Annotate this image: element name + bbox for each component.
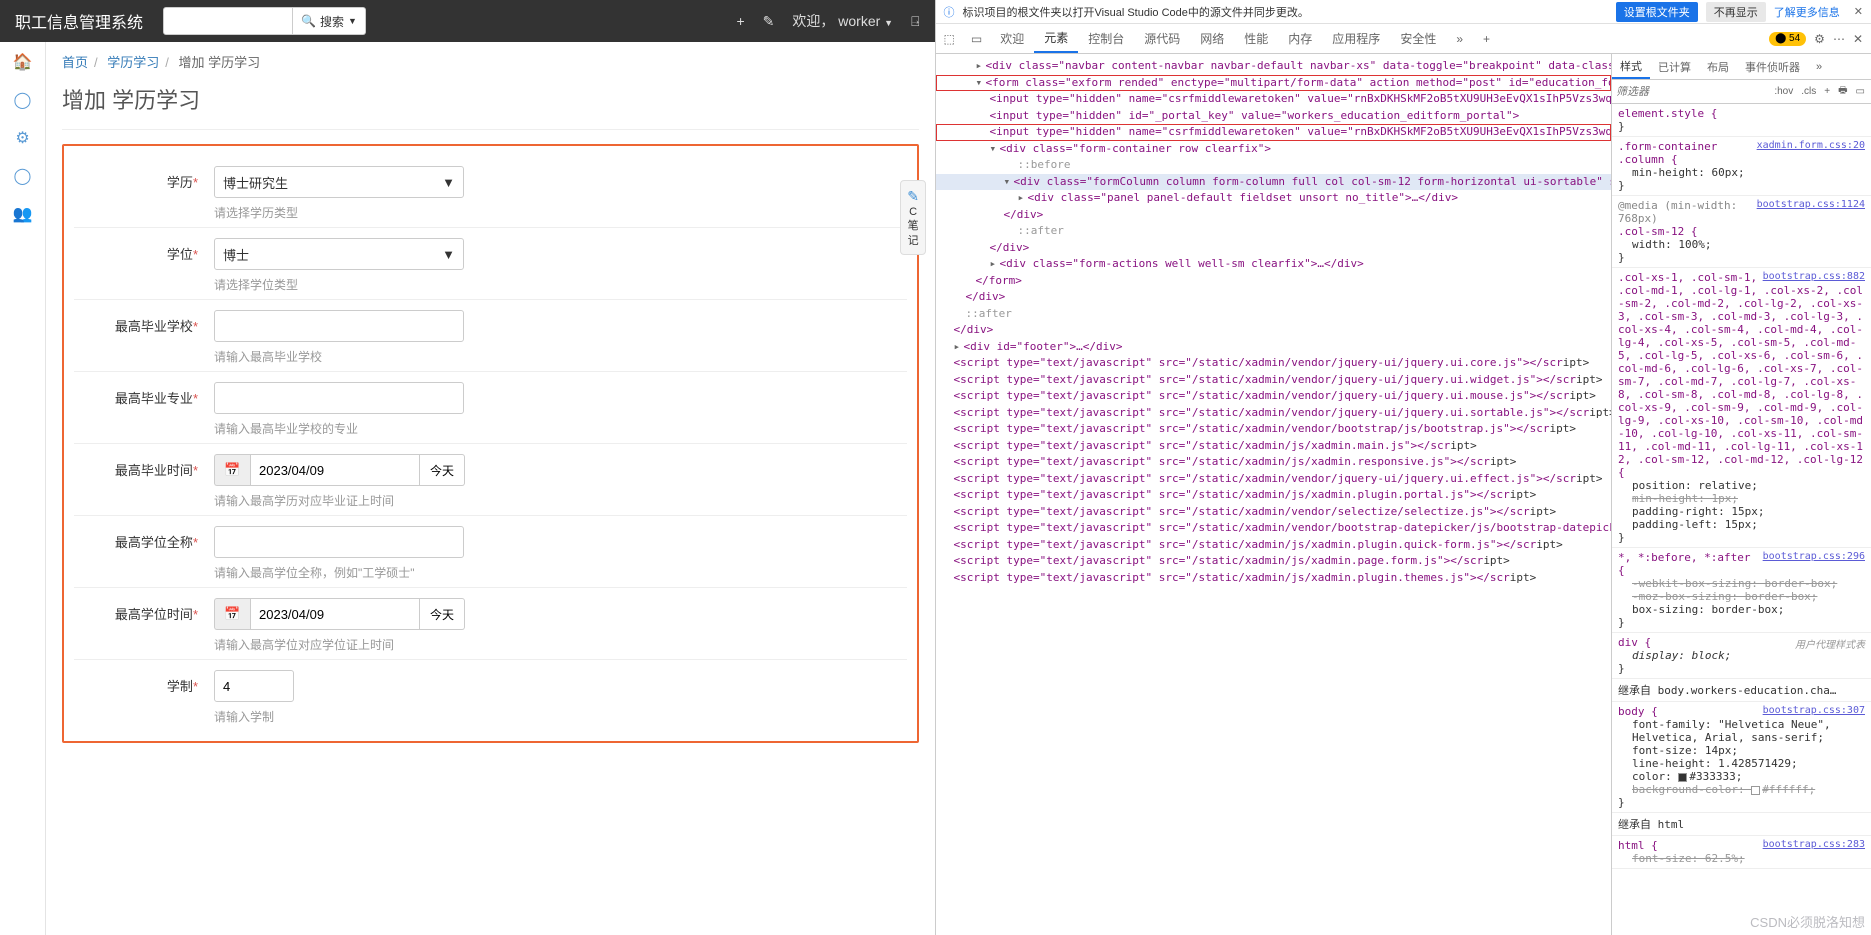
search-input[interactable] [163, 7, 293, 35]
hov-toggle[interactable]: :hov [1772, 86, 1795, 97]
major-input[interactable] [214, 382, 464, 414]
welcome-text: 欢迎， worker ▼ [792, 11, 893, 31]
float-note-widget[interactable]: ✎ C 笔 记 [900, 180, 926, 255]
tab-sources[interactable]: 源代码 [1134, 24, 1190, 53]
tab-security[interactable]: 安全性 [1390, 24, 1446, 53]
search-box: 🔍 搜索 ▼ [163, 7, 366, 35]
today-button[interactable]: 今天 [420, 454, 465, 486]
calendar-icon[interactable]: 📅 [214, 598, 250, 630]
tab-performance[interactable]: 性能 [1234, 24, 1278, 53]
breadcrumb-home[interactable]: 首页 [62, 55, 88, 70]
tab-layout[interactable]: 布局 [1699, 54, 1737, 79]
tab-application[interactable]: 应用程序 [1322, 24, 1390, 53]
gear-icon[interactable]: ⚙ [1814, 32, 1825, 46]
add-tab-icon[interactable]: + [1473, 24, 1500, 53]
calendar-icon[interactable]: 📅 [214, 454, 250, 486]
cls-toggle[interactable]: .cls [1799, 86, 1818, 97]
more-icon[interactable]: ⋯ [1833, 32, 1845, 46]
breadcrumb-section[interactable]: 学历学习 [107, 55, 159, 70]
brand: 职工信息管理系统 [15, 9, 143, 33]
set-root-button[interactable]: 设置根文件夹 [1616, 2, 1698, 22]
grad-date-input[interactable] [250, 454, 420, 486]
form-wrapper: 学历* 博士研究生▼ 请选择学历类型 学位* 博士▼ 请选择学位类型 [62, 144, 919, 743]
breadcrumb-current: 增加 学历学习 [179, 55, 261, 70]
styles-filter-input[interactable] [1616, 86, 1768, 98]
info-icon: ⓘ [944, 4, 955, 20]
dismiss-button[interactable]: 不再显示 [1706, 2, 1766, 22]
sidebar: 🏠 ◯ ⚙ ◯ 👥 [0, 42, 46, 935]
vscode-bar: ⓘ 标识项目的根文件夹以打开Visual Studio Code中的源文件并同步… [936, 0, 1871, 24]
tab-memory[interactable]: 内存 [1278, 24, 1322, 53]
search-button[interactable]: 🔍 搜索 ▼ [293, 7, 366, 35]
inspect-icon[interactable]: ⬚ [936, 24, 963, 53]
more-icon[interactable]: » [1808, 54, 1830, 79]
edit-icon: ✎ [903, 187, 923, 205]
tab-styles[interactable]: 样式 [1612, 54, 1650, 79]
xueli-select[interactable]: 博士研究生▼ [214, 166, 464, 198]
tab-more-icon[interactable]: » [1446, 24, 1473, 53]
styles-panel: 样式 已计算 布局 事件侦听器 » :hov .cls + 🖶 ▭ elemen… [1611, 54, 1871, 935]
tab-welcome[interactable]: 欢迎 [990, 24, 1034, 53]
today-button[interactable]: 今天 [420, 598, 465, 630]
breadcrumb: 首页/ 学历学习/ 增加 学历学习 [62, 52, 919, 71]
panel-icon[interactable]: ▭ [1854, 86, 1867, 97]
degree-name-input[interactable] [214, 526, 464, 558]
add-rule-icon[interactable]: + [1822, 86, 1832, 97]
tab-network[interactable]: 网络 [1190, 24, 1234, 53]
tab-console[interactable]: 控制台 [1078, 24, 1134, 53]
logout-icon[interactable]: ⍈ [911, 13, 919, 30]
navbar: 职工信息管理系统 🔍 搜索 ▼ + ✎ 欢迎， worker ▼ ⍈ [0, 0, 935, 42]
school-input[interactable] [214, 310, 464, 342]
close-icon[interactable]: ✕ [1853, 32, 1863, 46]
sidebar-item-2[interactable]: ◯ [14, 90, 32, 110]
print-icon[interactable]: 🖶 [1836, 83, 1849, 100]
sidebar-item-4[interactable]: ◯ [14, 166, 32, 186]
edit-icon[interactable]: ✎ [763, 13, 775, 30]
plus-icon[interactable]: + [736, 13, 744, 29]
close-icon[interactable]: ✕ [1854, 5, 1863, 18]
device-icon[interactable]: ▭ [963, 24, 990, 53]
tab-listeners[interactable]: 事件侦听器 [1737, 54, 1808, 79]
tab-computed[interactable]: 已计算 [1650, 54, 1699, 79]
gear-icon[interactable]: ⚙ [15, 128, 29, 148]
devtools-tabs: ⬚ ▭ 欢迎 元素 控制台 源代码 网络 性能 内存 应用程序 安全性 » + … [936, 24, 1871, 54]
issues-badge[interactable]: ⬤ 54 [1769, 32, 1806, 46]
years-input[interactable] [214, 670, 294, 702]
learn-more-link[interactable]: 了解更多信息 [1774, 4, 1840, 20]
home-icon[interactable]: 🏠 [13, 52, 33, 72]
tab-elements[interactable]: 元素 [1034, 24, 1078, 53]
xuewei-select[interactable]: 博士▼ [214, 238, 464, 270]
page-title: 增加 学历学习 [62, 83, 919, 115]
watermark: CSDN必须脱洛知想 [1750, 912, 1865, 931]
degree-date-input[interactable] [250, 598, 420, 630]
elements-tree[interactable]: ▸<div class="navbar content-navbar navba… [936, 54, 1612, 935]
users-icon[interactable]: 👥 [13, 204, 33, 224]
